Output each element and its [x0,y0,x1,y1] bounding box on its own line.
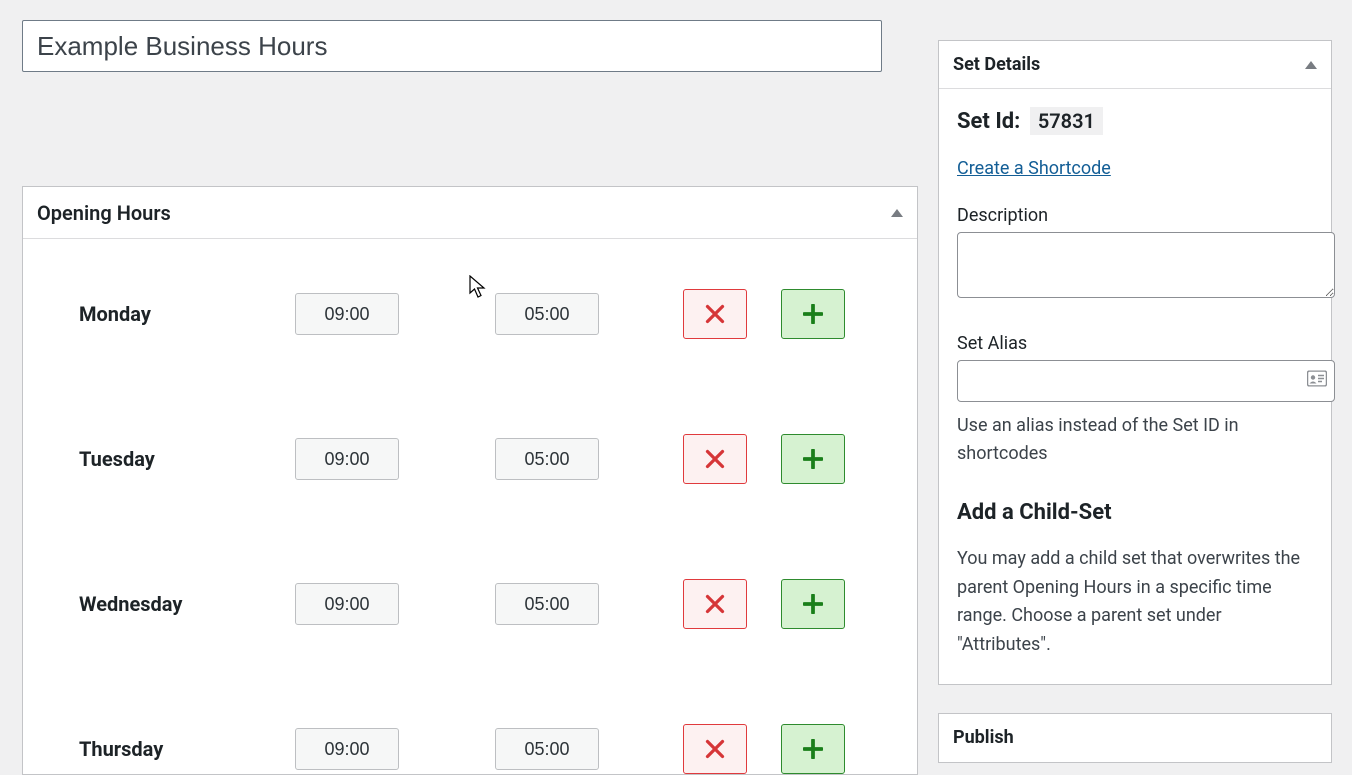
close-time-input[interactable] [495,583,599,625]
plus-icon [803,449,823,469]
day-label: Tuesday [79,447,295,471]
add-period-button[interactable] [781,289,845,339]
open-time-input[interactable] [295,438,399,480]
panel-title: Publish [953,727,1014,748]
open-time-input[interactable] [295,728,399,770]
close-time-input[interactable] [495,438,599,480]
create-shortcode-link[interactable]: Create a Shortcode [957,158,1111,179]
close-icon [705,304,725,324]
panel-title: Opening Hours [37,201,171,225]
day-label: Wednesday [79,592,295,616]
hours-row: Wednesday [79,579,867,629]
collapse-toggle-icon[interactable] [1305,61,1317,69]
plus-icon [803,304,823,324]
close-time-input[interactable] [495,728,599,770]
add-period-button[interactable] [781,579,845,629]
remove-period-button[interactable] [683,434,747,484]
description-textarea[interactable] [957,232,1335,298]
id-card-icon [1307,371,1327,392]
hours-row: Tuesday [79,434,867,484]
description-label: Description [957,205,1313,226]
panel-header: Publish [939,714,1331,762]
set-alias-label: Set Alias [957,333,1313,354]
panel-header: Opening Hours [23,187,917,239]
remove-period-button[interactable] [683,724,747,774]
open-time-input[interactable] [295,583,399,625]
day-label: Monday [79,302,295,326]
panel-title: Set Details [953,54,1040,75]
publish-panel: Publish [938,713,1332,763]
childset-help-text: You may add a child set that overwrites … [957,545,1313,660]
close-icon [705,449,725,469]
set-details-panel: Set Details Set Id: 57831 Create a Short… [938,40,1332,685]
plus-icon [803,739,823,759]
opening-hours-panel: Opening Hours Monday [22,186,918,775]
set-id-value: 57831 [1030,107,1103,135]
close-icon [705,739,725,759]
set-alias-input[interactable] [957,360,1335,402]
remove-period-button[interactable] [683,579,747,629]
panel-header: Set Details [939,41,1331,89]
set-id-label: Set Id: [957,109,1020,134]
collapse-toggle-icon[interactable] [891,209,903,217]
close-icon [705,594,725,614]
set-id-line: Set Id: 57831 [957,109,1313,134]
day-label: Thursday [79,737,295,761]
hours-row: Thursday [79,724,867,774]
post-title-input[interactable] [22,20,882,72]
add-period-button[interactable] [781,724,845,774]
childset-heading: Add a Child-Set [957,500,1313,525]
add-period-button[interactable] [781,434,845,484]
close-time-input[interactable] [495,293,599,335]
plus-icon [803,594,823,614]
alias-help-text: Use an alias instead of the Set ID in sh… [957,412,1313,468]
hours-row: Monday [79,289,867,339]
remove-period-button[interactable] [683,289,747,339]
open-time-input[interactable] [295,293,399,335]
